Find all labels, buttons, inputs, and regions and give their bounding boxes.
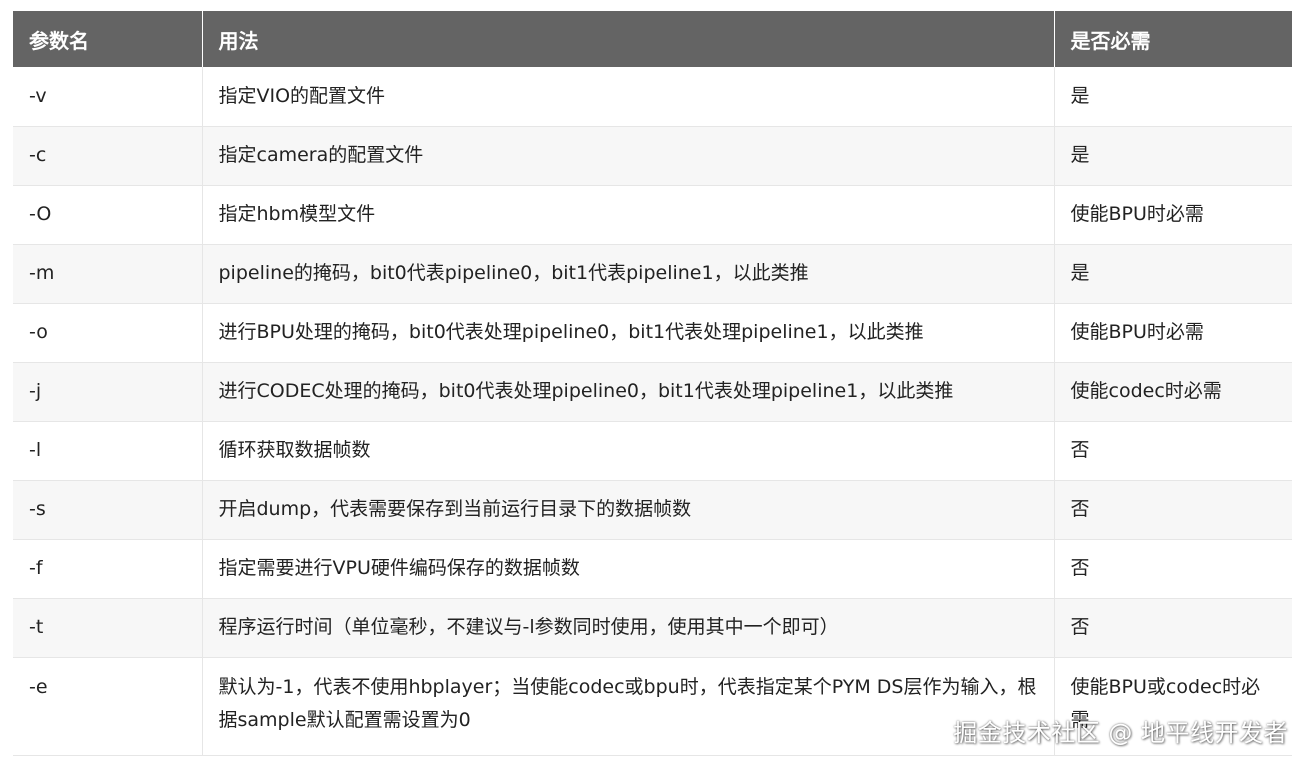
table-row: -t 程序运行时间（单位毫秒，不建议与-l参数同时使用，使用其中一个即可） 否 xyxy=(13,598,1292,658)
cell-usage: 循环获取数据帧数 xyxy=(202,421,1055,481)
table-row: -m pipeline的掩码，bit0代表pipeline0，bit1代表pip… xyxy=(13,244,1292,304)
cell-required: 是 xyxy=(1054,67,1292,127)
cell-usage: 默认为-1，代表不使用hbplayer；当使能codec或bpu时，代表指定某个… xyxy=(202,657,1055,756)
table-header: 参数名 用法 是否必需 xyxy=(13,11,1292,67)
cell-param: -c xyxy=(13,126,203,186)
cell-usage: 进行BPU处理的掩码，bit0代表处理pipeline0，bit1代表处理pip… xyxy=(202,303,1055,363)
cell-param: -j xyxy=(13,362,203,422)
header-required: 是否必需 xyxy=(1054,11,1292,67)
header-usage: 用法 xyxy=(202,11,1055,67)
cell-usage: 进行CODEC处理的掩码，bit0代表处理pipeline0，bit1代表处理p… xyxy=(202,362,1055,422)
header-param-name: 参数名 xyxy=(13,11,203,67)
cell-usage: 指定需要进行VPU硬件编码保存的数据帧数 xyxy=(202,539,1055,599)
cell-usage: 开启dump，代表需要保存到当前运行目录下的数据帧数 xyxy=(202,480,1055,540)
watermark: 掘金技术社区 @ 地平线开发者 xyxy=(953,719,1288,747)
table-row: -f 指定需要进行VPU硬件编码保存的数据帧数 否 xyxy=(13,539,1292,599)
cell-param: -s xyxy=(13,480,203,540)
cell-usage: 指定VIO的配置文件 xyxy=(202,67,1055,127)
cell-param: -v xyxy=(13,67,203,127)
table-body: -v 指定VIO的配置文件 是 -c 指定camera的配置文件 是 -O 指定… xyxy=(13,67,1292,756)
cell-param: -e xyxy=(13,657,203,756)
cell-required: 否 xyxy=(1054,421,1292,481)
table-row: -v 指定VIO的配置文件 是 xyxy=(13,67,1292,127)
cell-usage: 指定hbm模型文件 xyxy=(202,185,1055,245)
cell-usage: 指定camera的配置文件 xyxy=(202,126,1055,186)
table-row: -s 开启dump，代表需要保存到当前运行目录下的数据帧数 否 xyxy=(13,480,1292,540)
cell-usage: 程序运行时间（单位毫秒，不建议与-l参数同时使用，使用其中一个即可） xyxy=(202,598,1055,658)
table-row: -O 指定hbm模型文件 使能BPU时必需 xyxy=(13,185,1292,245)
table-row: -l 循环获取数据帧数 否 xyxy=(13,421,1292,481)
cell-required: 是 xyxy=(1054,244,1292,304)
parameter-table: 参数名 用法 是否必需 -v 指定VIO的配置文件 是 -c 指定camera的… xyxy=(13,11,1292,756)
cell-required: 使能BPU时必需 xyxy=(1054,185,1292,245)
cell-param: -l xyxy=(13,421,203,481)
cell-param: -o xyxy=(13,303,203,363)
cell-param: -O xyxy=(13,185,203,245)
header-row: 参数名 用法 是否必需 xyxy=(13,11,1292,67)
cell-required: 使能codec时必需 xyxy=(1054,362,1292,422)
cell-param: -t xyxy=(13,598,203,658)
cell-usage: pipeline的掩码，bit0代表pipeline0，bit1代表pipeli… xyxy=(202,244,1055,304)
parameter-table-container: 参数名 用法 是否必需 -v 指定VIO的配置文件 是 -c 指定camera的… xyxy=(13,11,1292,756)
table-row: -o 进行BPU处理的掩码，bit0代表处理pipeline0，bit1代表处理… xyxy=(13,303,1292,363)
cell-required: 是 xyxy=(1054,126,1292,186)
cell-required: 使能BPU时必需 xyxy=(1054,303,1292,363)
cell-required: 否 xyxy=(1054,480,1292,540)
table-row: -j 进行CODEC处理的掩码，bit0代表处理pipeline0，bit1代表… xyxy=(13,362,1292,422)
cell-param: -m xyxy=(13,244,203,304)
cell-required: 否 xyxy=(1054,598,1292,658)
cell-required: 否 xyxy=(1054,539,1292,599)
table-row: -c 指定camera的配置文件 是 xyxy=(13,126,1292,186)
cell-param: -f xyxy=(13,539,203,599)
